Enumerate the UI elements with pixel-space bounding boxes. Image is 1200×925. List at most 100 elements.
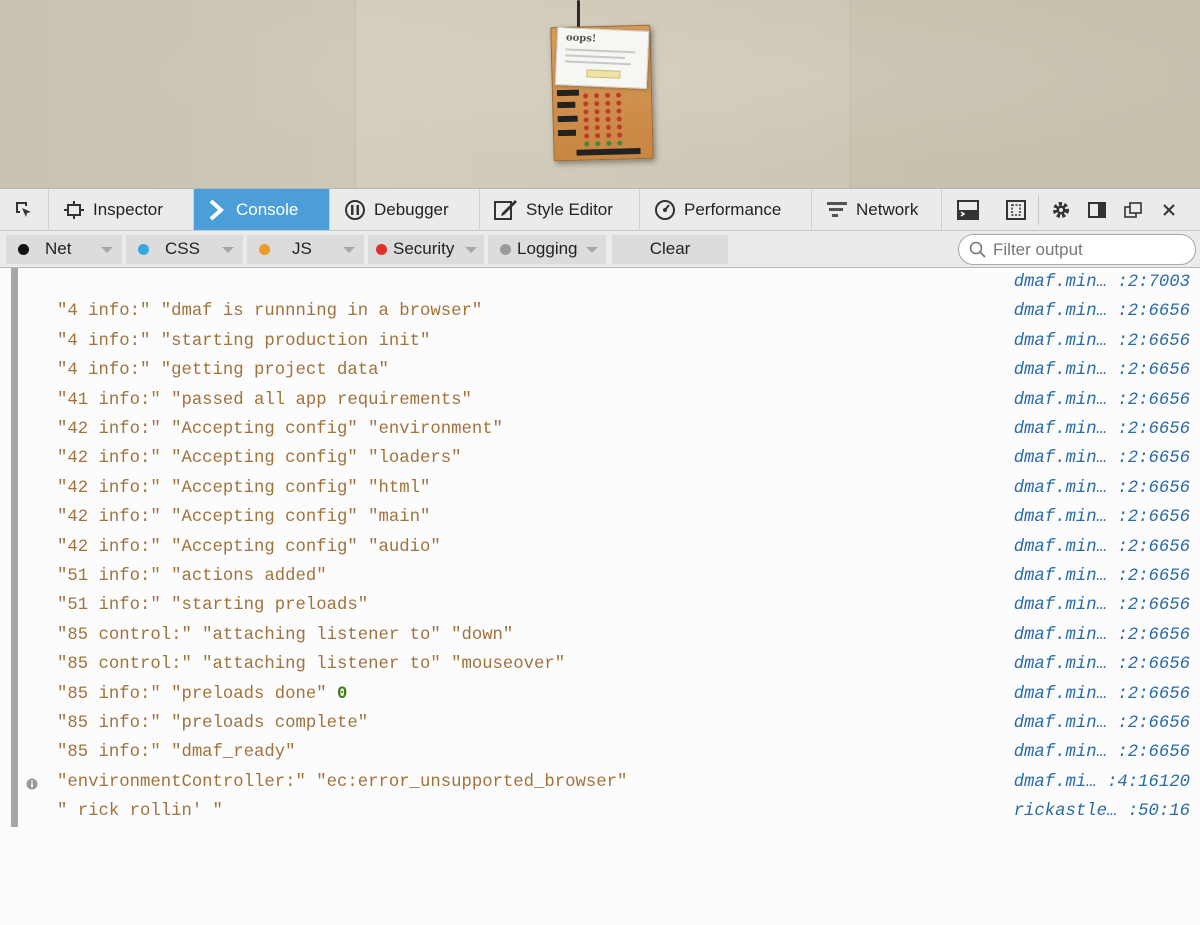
clear-button[interactable]: Clear (612, 234, 728, 264)
source-location-link[interactable]: dmaf.min… :2:6656 (1014, 655, 1190, 674)
console-message-row[interactable]: "42 info:" "Accepting config" "html" dmaf… (0, 475, 1200, 504)
filter-output-box[interactable] (958, 234, 1196, 265)
chevron-down-icon[interactable] (101, 246, 113, 253)
chevron-down-icon[interactable] (343, 246, 355, 253)
console-message-row[interactable]: " rick rollin' " rickastle… :50:16 (0, 798, 1200, 827)
undock-button[interactable] (1115, 188, 1151, 231)
device-button (594, 93, 600, 99)
filter-logging-button[interactable]: Logging (488, 234, 606, 264)
device-button (583, 93, 589, 99)
console-message-row[interactable]: "51 info:" "starting preloads" dmaf.min… … (0, 592, 1200, 621)
card-line (564, 60, 631, 66)
device-button (594, 109, 600, 115)
console-message-row[interactable]: "85 control:" "attaching listener to" "m… (0, 651, 1200, 680)
console-message-row[interactable]: "42 info:" "Accepting config" "main" dmaf… (0, 504, 1200, 533)
source-location-link[interactable]: dmaf.min… :2:6656 (1014, 508, 1190, 527)
console-message-row[interactable]: "environmentController:" "ec:error_unsup… (0, 769, 1200, 798)
music-device-image[interactable]: oops! (550, 24, 654, 162)
chevron-down-icon[interactable] (222, 246, 234, 253)
source-location-link[interactable]: dmaf.min… :2:6656 (1014, 302, 1190, 321)
tab-style-editor[interactable]: Style Editor (480, 189, 640, 230)
console-message-row[interactable]: "4 info:" "getting project data" dmaf.min… (0, 357, 1200, 386)
console-message-text: "85 info:" "preloads complete" (57, 714, 368, 733)
message-text: "environmentController:" "ec:error_unsup… (57, 772, 628, 792)
source-location-link[interactable]: dmaf.mi… :4:16120 (1014, 773, 1190, 792)
source-location-link[interactable]: dmaf.min… :2:6656 (1014, 479, 1190, 498)
responsive-design-button[interactable] (998, 188, 1034, 231)
oops-card: oops! (554, 27, 650, 89)
dock-side-icon (1088, 201, 1106, 218)
filter-net-button[interactable]: Net (6, 234, 122, 264)
source-location-link[interactable]: dmaf.min… :2:6656 (1014, 626, 1190, 645)
console-message-row[interactable]: dmaf.min… :2:7003 (0, 269, 1200, 298)
chevron-down-icon[interactable] (586, 246, 598, 253)
source-location-link[interactable]: dmaf.min… :2:6656 (1014, 420, 1190, 439)
source-location-link[interactable]: dmaf.min… :2:6656 (1014, 567, 1190, 586)
source-location-link[interactable]: dmaf.min… :2:6656 (1014, 714, 1190, 733)
source-location-link[interactable]: dmaf.min… :2:6656 (1014, 596, 1190, 615)
console-message-row[interactable]: "85 info:" "preloads done" 0 dmaf.min… :2… (0, 681, 1200, 710)
element-picker-button[interactable] (0, 189, 48, 230)
filter-label: Logging (517, 239, 578, 258)
tab-performance[interactable]: Performance (640, 189, 812, 230)
source-location-link[interactable]: dmaf.min… :2:6656 (1014, 538, 1190, 557)
tab-debugger[interactable]: Debugger (330, 189, 480, 230)
source-location-link[interactable]: dmaf.min… :2:6656 (1014, 391, 1190, 410)
dock-side-button[interactable] (1079, 188, 1115, 231)
split-console-icon (957, 199, 979, 220)
console-message-text: "42 info:" "Accepting config" "audio" (57, 538, 441, 557)
search-icon (969, 241, 986, 258)
device-button (583, 109, 589, 115)
close-devtools-button[interactable] (1151, 188, 1187, 231)
chevron-down-icon[interactable] (465, 246, 477, 253)
settings-button[interactable] (1043, 188, 1079, 231)
console-message-text: "85 info:" "dmaf_ready" (57, 743, 296, 762)
device-button (605, 116, 611, 122)
console-message-text: "51 info:" "starting preloads" (57, 596, 368, 615)
tab-network[interactable]: Network (812, 189, 942, 230)
performance-icon (655, 199, 675, 220)
filter-css-button[interactable]: CSS (126, 234, 243, 264)
console-message-row[interactable]: "85 control:" "attaching listener to" "d… (0, 622, 1200, 651)
tab-inspector[interactable]: Inspector (48, 189, 194, 230)
device-button (604, 92, 611, 98)
filter-label: CSS (165, 239, 200, 258)
console-message-row[interactable]: "4 info:" "dmaf is runnning in a browser… (0, 298, 1200, 327)
console-message-row[interactable]: "85 info:" "preloads complete" dmaf.min… … (0, 710, 1200, 739)
message-text: "85 info:" "preloads done" (57, 684, 338, 704)
console-message-text: "42 info:" "Accepting config" "loaders" (57, 449, 461, 468)
console-message-row[interactable]: "4 info:" "starting production init" dmaf… (0, 328, 1200, 357)
device-button (617, 132, 623, 138)
filter-security-button[interactable]: Security (368, 234, 484, 264)
source-location-link[interactable]: dmaf.min… :2:6656 (1014, 685, 1190, 704)
console-message-text: "4 info:" "dmaf is runnning in a browser… (57, 302, 482, 321)
source-location-link[interactable]: rickastle… :50:16 (1014, 802, 1190, 821)
wall-seam (355, 0, 356, 188)
filter-output-input[interactable] (993, 239, 1183, 260)
device-button (605, 124, 611, 130)
console-message-row[interactable]: "42 info:" "Accepting config" "loaders" d… (0, 445, 1200, 474)
message-text: "42 info:" "Accepting config" "audio" (57, 537, 441, 557)
console-message-text: " rick rollin' " (57, 802, 223, 821)
network-icon (827, 201, 847, 217)
tab-console[interactable]: Console (194, 189, 330, 230)
split-console-button[interactable] (950, 188, 986, 231)
source-location-link[interactable]: dmaf.min… :2:7003 (1014, 273, 1190, 292)
console-message-row[interactable]: "42 info:" "Accepting config" "environme… (0, 416, 1200, 445)
filter-js-button[interactable]: JS (247, 234, 364, 264)
source-location-link[interactable]: dmaf.min… :2:6656 (1014, 743, 1190, 762)
console-message-row[interactable]: "51 info:" "actions added" dmaf.min… :2:6… (0, 563, 1200, 592)
source-location-link[interactable]: dmaf.min… :2:6656 (1014, 361, 1190, 380)
source-location-link[interactable]: dmaf.min… :2:6656 (1014, 449, 1190, 468)
console-message-row[interactable]: "41 info:" "passed all app requirements"… (0, 387, 1200, 416)
console-message-row[interactable]: "85 info:" "dmaf_ready" dmaf.min… :2:6656 (0, 739, 1200, 768)
console-message-text: "85 control:" "attaching listener to" "m… (57, 655, 565, 674)
device-button (583, 101, 589, 107)
console-message-text: "41 info:" "passed all app requirements" (57, 391, 472, 410)
console-output[interactable]: dmaf.min… :2:7003 "4 info:" "dmaf is runn… (0, 268, 1200, 925)
device-button (617, 140, 623, 146)
source-location-link[interactable]: dmaf.min… :2:6656 (1014, 332, 1190, 351)
console-message-row[interactable]: "42 info:" "Accepting config" "audio" dma… (0, 534, 1200, 563)
device-button (606, 132, 612, 138)
clear-label: Clear (649, 239, 691, 258)
